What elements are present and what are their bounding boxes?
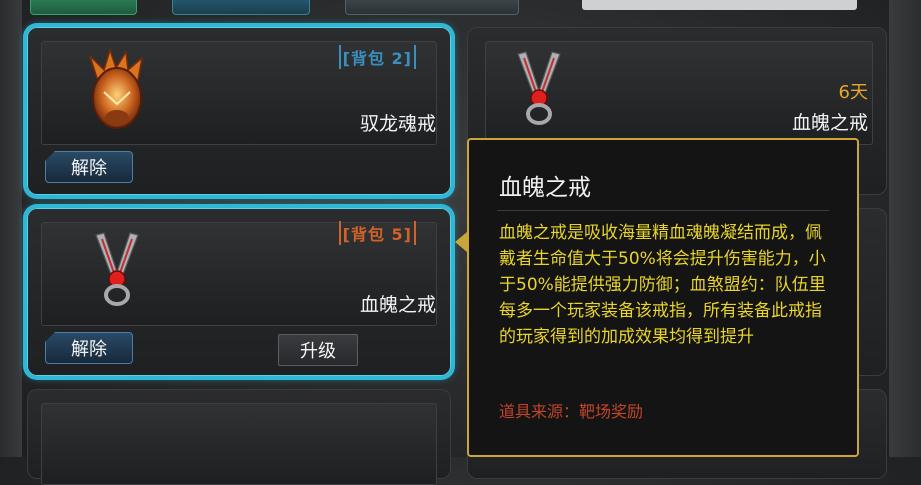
blood-ring-preview-icon <box>517 51 561 125</box>
tooltip-pointer <box>455 232 467 252</box>
tooltip-divider <box>497 210 829 211</box>
tooltip-description: 血魄之戒是吸收海量精血魂魄凝结而成，佩戴者生命值大于50%将会提升伤害能力，小于… <box>499 223 826 347</box>
slot-2-bag-label: [背包 5] <box>338 221 416 245</box>
equip-slot-3[interactable] <box>27 389 451 485</box>
item-tooltip: 血魄之戒 血魄之戒是吸收海量精血魂魄凝结而成，佩戴者生命值大于50%将会提升伤害… <box>467 138 859 457</box>
preview-item-name: 血魄之戒 <box>791 112 868 134</box>
equip-slot-2[interactable]: [背包 5] 血魄之戒 解除 升级 <box>27 208 451 376</box>
preview-days-remaining: 6天 <box>838 82 868 103</box>
dragon-ring-icon <box>89 48 144 129</box>
slot-1-panel: [背包 2] 驭龙魂戒 <box>41 41 437 145</box>
slot-2-item-name: 血魄之戒 <box>359 294 436 316</box>
slot-3-panel <box>41 403 437 485</box>
side-strip-right <box>889 0 921 457</box>
top-tab-3[interactable] <box>345 0 519 15</box>
top-tab-1[interactable] <box>30 0 137 15</box>
preview-1-panel: 6天 血魄之戒 <box>485 41 873 145</box>
tooltip-title: 血魄之戒 <box>499 175 591 201</box>
slot-2-unequip-button[interactable]: 解除 <box>45 332 133 364</box>
slot-2-panel: [背包 5] 血魄之戒 <box>41 221 437 326</box>
slot-1-bag-label: [背包 2] <box>338 45 416 69</box>
slot-1-unequip-button[interactable]: 解除 <box>45 151 133 183</box>
slot-2-upgrade-button[interactable]: 升级 <box>278 334 358 366</box>
top-search-field[interactable] <box>582 0 857 10</box>
slot-1-item-name: 驭龙魂戒 <box>359 113 436 135</box>
top-tab-2[interactable] <box>172 0 310 15</box>
tooltip-source: 道具来源：靶场奖励 <box>499 402 644 421</box>
side-strip-left <box>0 0 22 457</box>
blood-ring-icon <box>95 232 139 306</box>
equip-slot-1[interactable]: [背包 2] 驭龙魂戒 解除 <box>27 27 451 195</box>
